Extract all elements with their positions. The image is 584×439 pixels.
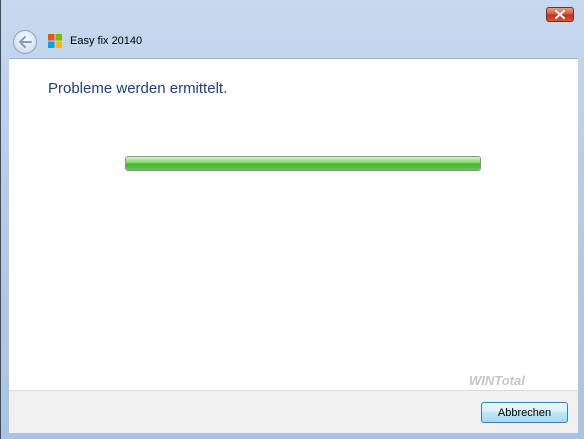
back-arrow-icon	[19, 36, 32, 48]
page-heading: Probleme werden ermittelt.	[48, 80, 228, 97]
dialog-window: Easy fix 20140 Probleme werden ermittelt…	[0, 0, 584, 439]
watermark-logo: WINTotal	[469, 373, 525, 388]
close-icon	[555, 10, 565, 19]
progress-fill	[126, 157, 480, 170]
cancel-button[interactable]: Abbrechen	[481, 402, 568, 423]
progress-bar	[125, 156, 481, 171]
content-panel: Probleme werden ermittelt.	[9, 58, 578, 391]
window-title: Easy fix 20140	[70, 35, 143, 47]
back-button[interactable]	[13, 30, 37, 54]
close-button[interactable]	[546, 7, 574, 22]
footer-bar: WINTotal Abbrechen	[9, 373, 578, 433]
windows-logo-icon	[48, 34, 62, 48]
